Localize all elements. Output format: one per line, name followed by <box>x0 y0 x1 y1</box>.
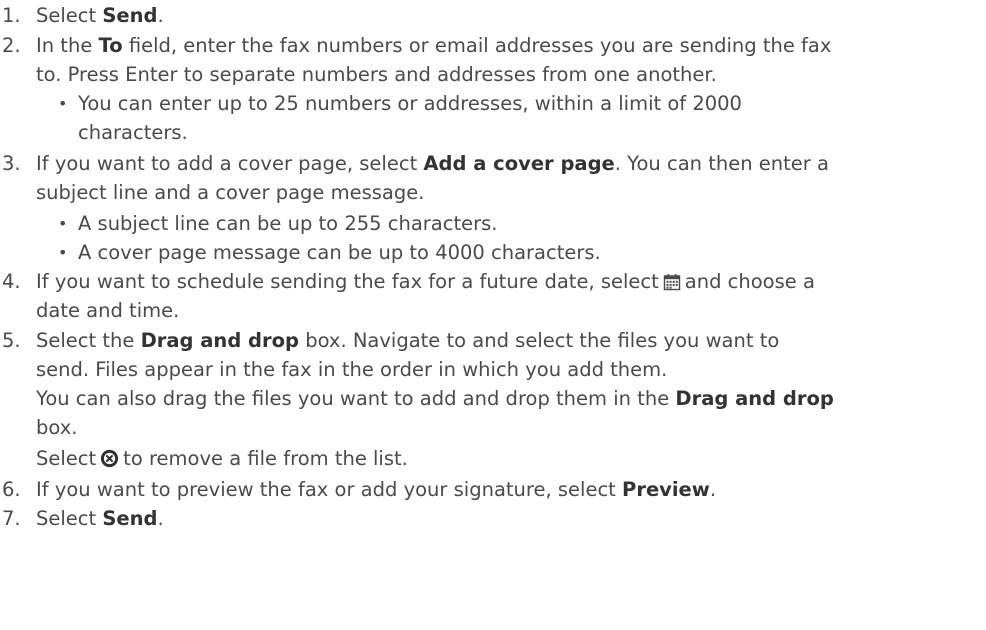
step-text: to. Press Enter to separate numbers and … <box>36 63 717 86</box>
step-text: field, enter the fax numbers or email ad… <box>122 34 832 57</box>
step-bold-term: To <box>98 34 123 57</box>
step-bold-term: Send <box>102 4 158 27</box>
step-bold-term: Preview <box>622 478 710 501</box>
calendar-icon <box>663 271 681 299</box>
step-text: . <box>157 4 164 27</box>
step-text: Select <box>36 4 103 27</box>
step-number: 6. <box>2 478 21 501</box>
step-text: . <box>157 507 164 530</box>
step-text: . You can then enter a <box>614 152 829 175</box>
step-text: Select <box>36 507 103 530</box>
step-text: You can also drag the files you want to … <box>36 387 676 410</box>
step-2: 2. In the To field, enter the fax number… <box>0 32 986 60</box>
step-text: In the <box>36 34 99 57</box>
step-text: If you want to schedule sending the fax … <box>36 270 659 293</box>
bullet-marker: • <box>58 94 68 113</box>
remove-file-icon <box>100 448 119 476</box>
step-text: subject line and a cover page message. <box>36 181 425 204</box>
step-5-paragraph-2: Select to remove a file from the list. <box>0 445 986 473</box>
step-number: 5. <box>2 329 21 352</box>
bullet-text: You can enter up to 25 numbers or addres… <box>78 92 742 115</box>
step-2-bullet-continuation: characters. <box>0 119 986 147</box>
step-4-continuation: date and time. <box>0 297 986 325</box>
step-bold-term: Send <box>102 507 158 530</box>
step-text: Select the <box>36 329 141 352</box>
step-text: box. Navigate to and select the files yo… <box>299 329 780 352</box>
step-2-bullet: • You can enter up to 25 numbers or addr… <box>0 90 986 118</box>
bullet-text: characters. <box>78 121 188 144</box>
step-5: 5. Select the Drag and drop box. Navigat… <box>0 327 986 355</box>
step-7: 7. Select Send. <box>0 505 986 533</box>
step-6: 6. If you want to preview the fax or add… <box>0 476 986 504</box>
step-text: Select <box>36 447 97 470</box>
step-text: send. Files appear in the fax in the ord… <box>36 358 668 381</box>
step-bold-term: Drag and drop <box>140 329 299 352</box>
step-2-continuation: to. Press Enter to separate numbers and … <box>0 61 986 89</box>
step-3-continuation: subject line and a cover page message. <box>0 179 986 207</box>
step-text: If you want to add a cover page, select <box>36 152 424 175</box>
step-3-bullet-2: • A cover page message can be up to 4000… <box>0 239 986 267</box>
bullet-text: A cover page message can be up to 4000 c… <box>78 241 601 264</box>
step-number: 2. <box>2 34 21 57</box>
step-number: 1. <box>2 4 21 27</box>
instructions-document: 1. Select Send. 2. In the To field, ente… <box>0 0 986 630</box>
step-3-bullet-1: • A subject line can be up to 255 charac… <box>0 210 986 238</box>
step-1: 1. Select Send. <box>0 2 986 30</box>
step-5-continuation: send. Files appear in the fax in the ord… <box>0 356 986 384</box>
step-text: box. <box>36 416 78 439</box>
step-4: 4. If you want to schedule sending the f… <box>0 268 986 296</box>
step-number: 3. <box>2 152 21 175</box>
step-text: to remove a file from the list. <box>123 447 408 470</box>
step-3: 3. If you want to add a cover page, sele… <box>0 150 986 178</box>
bullet-marker: • <box>58 243 68 262</box>
step-number: 7. <box>2 507 21 530</box>
bullet-marker: • <box>58 214 68 233</box>
step-number: 4. <box>2 270 21 293</box>
bullet-text: A subject line can be up to 255 characte… <box>78 212 498 235</box>
step-5-paragraph-1-end: box. <box>0 414 986 442</box>
step-text: . <box>709 478 717 501</box>
step-text: If you want to preview the fax or add yo… <box>36 478 623 501</box>
step-text: and choose a <box>684 270 815 293</box>
step-text: date and time. <box>36 299 180 322</box>
step-5-paragraph-1: You can also drag the files you want to … <box>0 385 986 413</box>
step-bold-term: Drag and drop <box>675 387 834 410</box>
step-bold-term: Add a cover page <box>423 152 615 175</box>
